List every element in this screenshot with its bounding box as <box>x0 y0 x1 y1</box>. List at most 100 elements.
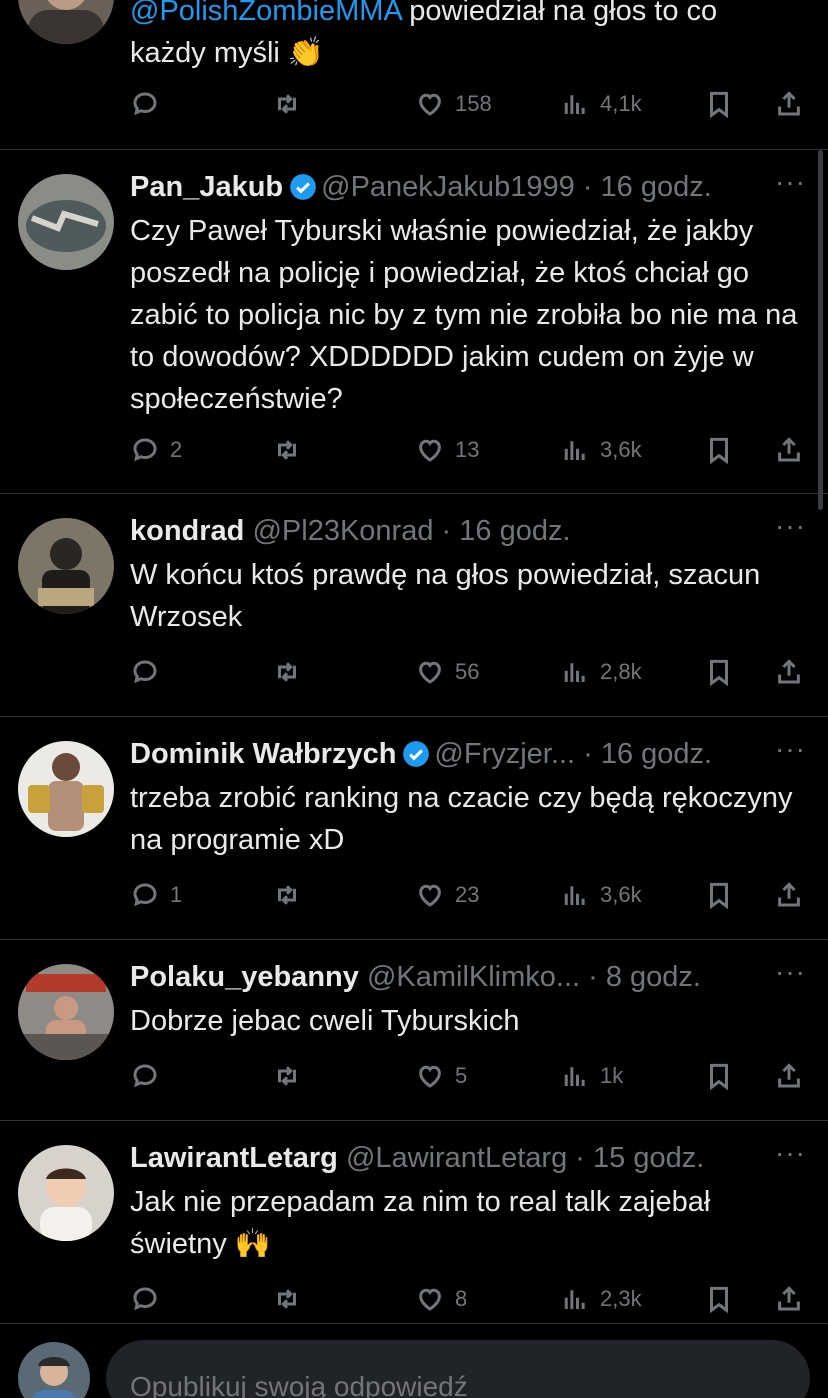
reply-button[interactable]: 2 <box>130 430 182 470</box>
avatar[interactable] <box>18 518 114 614</box>
display-name[interactable]: Polaku_yebanny <box>130 961 359 993</box>
tweet[interactable]: LawirantLetarg @LawirantLetarg · 15 godz… <box>0 1121 828 1324</box>
user-handle[interactable]: @Fryzjer... <box>434 738 575 770</box>
view-count: 1k <box>600 1063 624 1088</box>
tweet-text-part: powiedział na głos to co <box>401 0 718 27</box>
tweet-partial[interactable]: @PolishZombieMMA powiedział na głos to c… <box>0 0 828 150</box>
repost-icon <box>272 880 302 910</box>
tweet-actions: 1 23 3,6k <box>130 875 810 915</box>
verified-badge-icon <box>403 741 430 767</box>
like-count: 5 <box>455 1063 468 1088</box>
timestamp[interactable]: 16 godz. <box>459 515 570 547</box>
views-button[interactable]: 3,6k <box>560 875 642 915</box>
tweet[interactable]: kondrad @Pl23Konrad · 16 godz. ··· W koń… <box>0 494 828 717</box>
more-icon[interactable]: ··· <box>775 956 806 988</box>
tweet-header: Dominik Wałbrzych @Fryzjer... · 16 godz. <box>130 735 728 773</box>
reply-icon <box>130 880 160 910</box>
repost-button[interactable] <box>272 1056 302 1096</box>
avatar[interactable] <box>18 1145 114 1241</box>
reply-button[interactable] <box>130 1056 170 1096</box>
timestamp[interactable]: 16 godz. <box>601 738 712 770</box>
bookmark-button[interactable] <box>704 430 734 470</box>
share-icon <box>774 1284 804 1314</box>
more-icon[interactable]: ··· <box>775 733 806 765</box>
share-button[interactable] <box>774 84 804 124</box>
avatar[interactable] <box>18 964 114 1060</box>
scrollbar[interactable] <box>818 150 823 510</box>
like-button[interactable]: 8 <box>415 1279 467 1319</box>
share-icon <box>774 1061 804 1091</box>
reply-button[interactable] <box>130 1279 170 1319</box>
tweet[interactable]: Polaku_yebanny @KamilKlimko... · 8 godz.… <box>0 940 828 1121</box>
bookmark-button[interactable] <box>704 1056 734 1096</box>
tweet-actions: 2 13 3,6k <box>130 430 810 470</box>
like-button[interactable]: 5 <box>415 1056 467 1096</box>
bookmark-button[interactable] <box>704 84 734 124</box>
share-button[interactable] <box>774 1279 804 1319</box>
tweet[interactable]: Pan_Jakub @PanekJakub1999 · 16 godz. ··· … <box>0 150 828 494</box>
timestamp[interactable]: 8 godz. <box>606 961 701 993</box>
timestamp[interactable]: 15 godz. <box>593 1142 704 1174</box>
display-name[interactable]: kondrad <box>130 515 244 547</box>
reply-icon <box>130 89 160 119</box>
views-button[interactable]: 3,6k <box>560 430 642 470</box>
repost-icon <box>272 1061 302 1091</box>
display-name[interactable]: Pan_Jakub <box>130 171 283 203</box>
user-handle[interactable]: @KamilKlimko... <box>367 961 580 993</box>
like-button[interactable]: 158 <box>415 84 492 124</box>
more-icon[interactable]: ··· <box>775 510 806 542</box>
views-button[interactable]: 4,1k <box>560 84 642 124</box>
bookmark-button[interactable] <box>704 875 734 915</box>
user-handle[interactable]: @Pl23Konrad <box>252 515 433 547</box>
repost-button[interactable] <box>272 84 302 124</box>
share-button[interactable] <box>774 652 804 692</box>
user-handle[interactable]: @PanekJakub1999 <box>321 171 575 203</box>
repost-button[interactable] <box>272 430 302 470</box>
share-button[interactable] <box>774 1056 804 1096</box>
repost-button[interactable] <box>272 652 302 692</box>
tweet[interactable]: Dominik Wałbrzych @Fryzjer... · 16 godz. … <box>0 717 828 940</box>
bookmark-icon <box>704 89 734 119</box>
bookmark-button[interactable] <box>704 652 734 692</box>
share-button[interactable] <box>774 875 804 915</box>
avatar[interactable] <box>18 741 114 837</box>
tweet-header: Pan_Jakub @PanekJakub1999 · 16 godz. <box>130 168 728 206</box>
view-count: 2,8k <box>600 659 642 684</box>
share-button[interactable] <box>774 430 804 470</box>
display-name[interactable]: LawirantLetarg <box>130 1142 338 1174</box>
reply-input[interactable] <box>106 1340 810 1398</box>
bookmark-button[interactable] <box>704 1279 734 1319</box>
views-button[interactable]: 1k <box>560 1056 623 1096</box>
repost-icon <box>272 657 302 687</box>
like-button[interactable]: 23 <box>415 875 479 915</box>
my-avatar[interactable] <box>18 1342 90 1398</box>
share-icon <box>774 880 804 910</box>
views-button[interactable]: 2,3k <box>560 1279 642 1319</box>
repost-button[interactable] <box>272 1279 302 1319</box>
repost-button[interactable] <box>272 875 302 915</box>
heart-icon <box>415 657 445 687</box>
display-name[interactable]: Dominik Wałbrzych <box>130 738 396 770</box>
tweet-text: @PolishZombieMMA powiedział na głos to c… <box>130 0 808 74</box>
share-icon <box>774 657 804 687</box>
views-button[interactable]: 2,8k <box>560 652 642 692</box>
user-handle[interactable]: @LawirantLetarg <box>346 1142 567 1174</box>
tweet-actions: 8 2,3k <box>130 1279 810 1319</box>
avatar[interactable] <box>18 174 114 270</box>
tweet-actions: 5 1k <box>130 1056 810 1096</box>
more-icon[interactable]: ··· <box>775 166 806 198</box>
like-button[interactable]: 56 <box>415 652 479 692</box>
view-count: 2,3k <box>600 1286 642 1311</box>
more-icon[interactable]: ··· <box>775 1137 806 1169</box>
share-icon <box>774 89 804 119</box>
mention-link[interactable]: @PolishZombieMMA <box>130 0 401 27</box>
repost-icon <box>272 89 302 119</box>
avatar[interactable] <box>18 0 114 44</box>
like-button[interactable]: 13 <box>415 430 479 470</box>
reply-button[interactable] <box>130 84 170 124</box>
tweet-text-line: każdy myśli 👏 <box>130 37 325 69</box>
tweet-actions: 158 4,1k <box>130 84 810 124</box>
reply-button[interactable]: 1 <box>130 875 182 915</box>
timestamp[interactable]: 16 godz. <box>601 171 712 203</box>
reply-button[interactable] <box>130 652 170 692</box>
